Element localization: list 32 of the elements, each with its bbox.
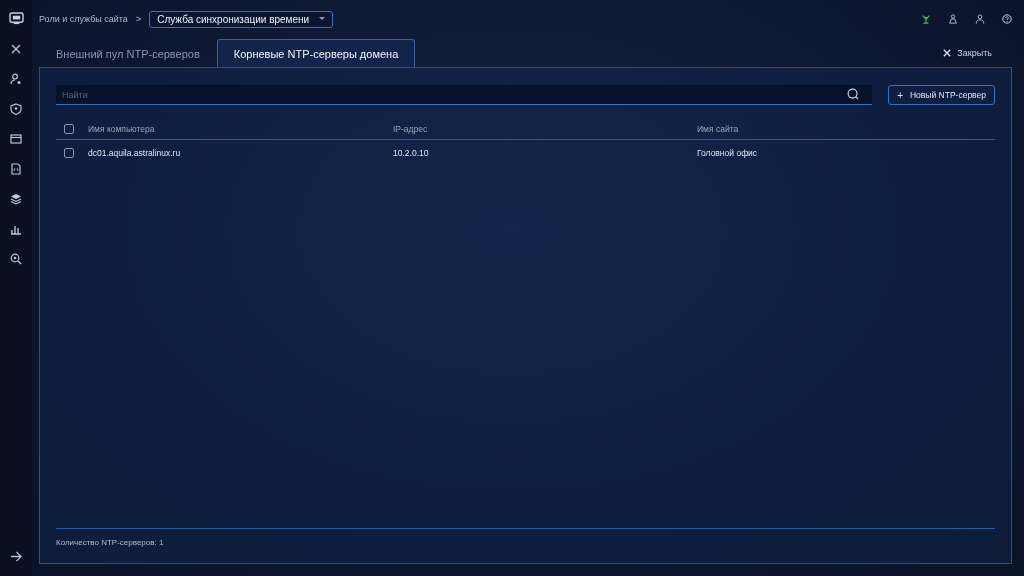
table-cell-text: 10.2.0.10 <box>393 147 430 158</box>
window-icon[interactable] <box>10 133 22 145</box>
server-count: Количество NTP-серверов: 1 <box>56 538 164 547</box>
service-dropdown[interactable]: Служба синхронизации времени <box>149 10 334 28</box>
users-icon[interactable] <box>948 14 958 24</box>
column-header[interactable]: Имя компьютера <box>88 124 393 134</box>
user-icon[interactable] <box>975 14 985 24</box>
row-checkbox[interactable] <box>64 147 74 158</box>
search-field[interactable]: Найти <box>56 85 873 105</box>
chart-icon[interactable] <box>10 223 22 235</box>
table-cell-text: Головной офис <box>697 147 759 158</box>
select-all-checkbox[interactable] <box>64 124 74 134</box>
breadcrumb-separator: > <box>135 14 142 24</box>
search-icon[interactable] <box>847 88 861 101</box>
layers-icon[interactable] <box>10 193 22 205</box>
help-icon[interactable] <box>1002 14 1012 24</box>
zoom-icon[interactable] <box>10 253 22 265</box>
tab[interactable]: Корневые NTP-серверы домена <box>216 39 416 67</box>
shield-icon[interactable] <box>10 103 22 115</box>
new-server-button[interactable]: + Новый NTP-сервер <box>888 85 995 105</box>
expand-arrow-icon[interactable] <box>9 551 23 562</box>
breadcrumb-link[interactable]: Роли и службы сайта <box>39 14 128 24</box>
column-header[interactable]: Имя сайта <box>697 124 995 134</box>
dropdown-caret-icon <box>319 17 326 21</box>
table-cell-text: dc01.aquila.astralinux.ru <box>88 147 182 158</box>
close-icon <box>943 48 952 57</box>
logo-icon[interactable] <box>8 12 24 25</box>
user-icon[interactable] <box>10 73 22 85</box>
column-header[interactable]: IP-адрес <box>393 124 697 134</box>
close-button[interactable]: Закрыть <box>937 46 998 59</box>
tab[interactable]: Внешний пул NTP-серверов <box>39 39 217 67</box>
code-file-icon[interactable] <box>10 163 22 175</box>
